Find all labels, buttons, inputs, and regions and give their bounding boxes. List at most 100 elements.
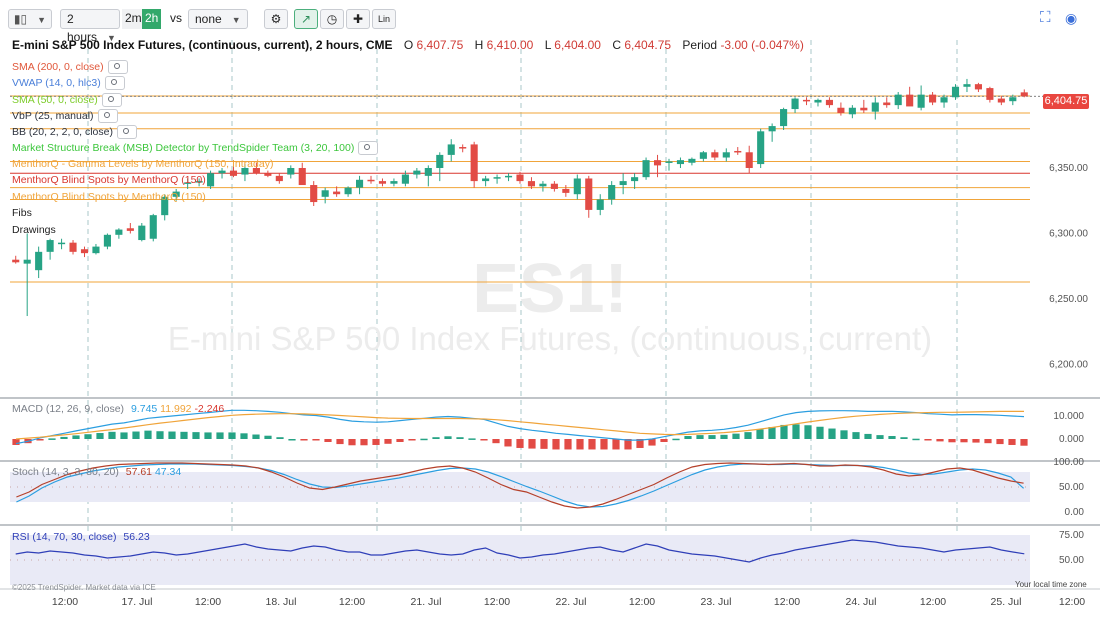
candle-body[interactable] [229, 170, 238, 176]
candle-body[interactable] [58, 242, 66, 245]
eye-icon[interactable] [358, 141, 379, 155]
macd-legend[interactable]: MACD (12, 26, 9, close) 9.745 11.992 -2.… [12, 403, 224, 415]
candle-body[interactable] [207, 173, 215, 187]
candle-body[interactable] [986, 88, 994, 100]
candle-body[interactable] [80, 249, 89, 254]
candle-body[interactable] [871, 102, 879, 112]
candle-body[interactable] [516, 174, 524, 182]
chart-canvas[interactable]: ES1! E-mini S&P 500 Index Futures, (cont… [0, 0, 1100, 621]
compare-dropdown[interactable]: none ▼ [188, 9, 248, 29]
candle-body[interactable] [493, 177, 501, 179]
candle-body[interactable] [848, 107, 856, 115]
candle-body[interactable] [115, 229, 123, 235]
candle-body[interactable] [722, 152, 730, 158]
candle-body[interactable] [504, 175, 513, 178]
candle-body[interactable] [401, 174, 409, 184]
indicator-gamma-levels[interactable]: MenthorQ - Gamma Levels by MenthorQ (150… [12, 158, 273, 170]
candle-body[interactable] [562, 188, 570, 193]
indicator-vwap[interactable]: VWAP (14, 0, hlc3) [12, 76, 125, 90]
clock-button[interactable]: ◷ [320, 9, 344, 29]
indicator-msb[interactable]: Market Structure Break (MSB) Detector by… [12, 141, 379, 155]
eye-icon[interactable] [101, 93, 122, 107]
candle-body[interactable] [138, 225, 146, 241]
indicator-blind-spots-orange[interactable]: MenthorQ Blind Spots by MenthorQ (150) [12, 191, 206, 203]
candle-body[interactable] [264, 173, 272, 176]
candle-body[interactable] [367, 179, 375, 182]
candle-body[interactable] [69, 242, 77, 252]
candle-body[interactable] [321, 190, 329, 197]
candle-body[interactable] [355, 179, 364, 188]
candle-body[interactable] [333, 191, 341, 195]
eye-icon[interactable] [107, 60, 128, 74]
candle-body[interactable] [413, 170, 421, 175]
candle-body[interactable] [665, 161, 673, 163]
candle-body[interactable] [608, 185, 616, 200]
candle-body[interactable] [1009, 97, 1017, 102]
candle-body[interactable] [12, 259, 20, 263]
candle-body[interactable] [780, 109, 788, 127]
indicator-bb[interactable]: BB (20, 2, 2, 0, close) [12, 125, 137, 139]
candle-body[interactable] [46, 240, 54, 252]
candle-body[interactable] [699, 152, 707, 159]
indicator-sma-50[interactable]: SMA (50, 0, close) [12, 93, 122, 107]
candle-body[interactable] [596, 199, 604, 210]
interval-dropdown[interactable]: 2 hours ▼ [60, 9, 120, 44]
candle-body[interactable] [619, 181, 627, 186]
trendline-button[interactable]: ↗ [294, 9, 318, 29]
candle-body[interactable] [631, 177, 639, 182]
indicator-vbp[interactable]: VbP (25, manual) [12, 109, 118, 123]
candle-body[interactable] [298, 168, 306, 186]
candle-body[interactable] [951, 86, 960, 98]
indicator-fibs[interactable]: Fibs [12, 207, 32, 219]
chart-type-selector[interactable]: ▮▯ ▼ [8, 9, 52, 29]
candle-body[interactable] [974, 84, 982, 90]
camera-icon[interactable]: ◉ [1065, 9, 1077, 29]
candle-body[interactable] [23, 259, 31, 264]
candle-body[interactable] [963, 84, 971, 87]
indicator-blind-spots-red[interactable]: MenthorQ Blind Spots by MenthorQ (150) [12, 174, 206, 186]
candle-body[interactable] [482, 178, 490, 182]
candle-body[interactable] [791, 98, 799, 110]
candle-body[interactable] [734, 150, 742, 153]
candle-body[interactable] [344, 187, 352, 195]
candle-body[interactable] [894, 94, 902, 106]
candle-body[interactable] [287, 168, 295, 175]
candle-body[interactable] [585, 178, 593, 210]
candle-body[interactable] [92, 246, 100, 254]
eye-icon[interactable] [104, 76, 125, 90]
rsi-legend[interactable]: RSI (14, 70, 30, close) 56.23 [12, 531, 150, 543]
eye-icon[interactable] [97, 109, 118, 123]
candle-body[interactable] [527, 181, 536, 187]
candle-body[interactable] [688, 158, 696, 163]
candle-body[interactable] [126, 228, 134, 231]
candle-body[interactable] [573, 178, 581, 195]
crosshair-button[interactable]: ✚ [346, 9, 370, 29]
linear-scale-button[interactable]: Lin [372, 9, 396, 29]
candle-body[interactable] [653, 160, 662, 166]
candle-body[interactable] [436, 154, 444, 168]
settings-button[interactable]: ⚙ [264, 9, 288, 29]
candle-body[interactable] [883, 102, 891, 106]
eye-icon[interactable] [116, 125, 137, 139]
candle-body[interactable] [390, 181, 398, 184]
candle-body[interactable] [378, 181, 387, 184]
candle-body[interactable] [929, 94, 937, 103]
timeframe-2h[interactable]: 2h [142, 9, 162, 29]
candle-body[interactable] [837, 107, 845, 113]
candle-body[interactable] [470, 144, 478, 182]
candle-body[interactable] [275, 175, 283, 182]
candle-body[interactable] [814, 99, 822, 103]
indicator-drawings[interactable]: Drawings [12, 224, 56, 236]
candle-body[interactable] [917, 94, 925, 108]
indicator-sma-200[interactable]: SMA (200, 0, close) [12, 60, 128, 74]
candle-body[interactable] [35, 251, 43, 271]
candle-body[interactable] [149, 215, 157, 239]
fullscreen-icon[interactable]: ⛶ [1040, 9, 1051, 29]
candle-body[interactable] [539, 183, 547, 187]
candle-body[interactable] [550, 183, 558, 189]
candle-body[interactable] [768, 126, 776, 132]
candle-body[interactable] [745, 152, 753, 168]
candle-body[interactable] [676, 160, 685, 165]
candle-body[interactable] [997, 98, 1005, 103]
candle-body[interactable] [940, 97, 948, 103]
